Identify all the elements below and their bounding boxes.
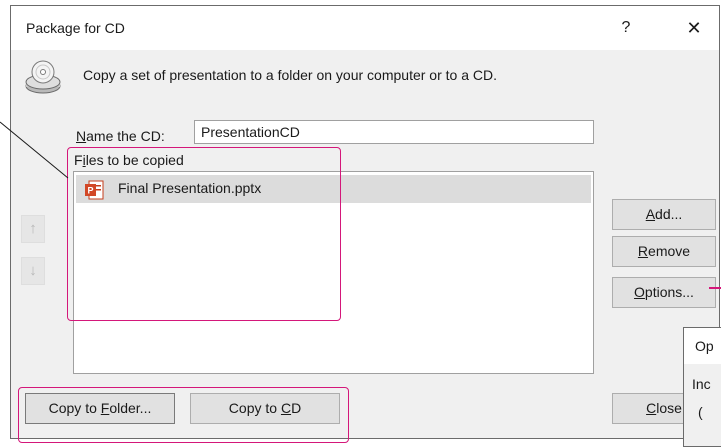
options-popup-text: Inc: [692, 376, 711, 392]
close-icon[interactable]: ✕: [679, 15, 709, 41]
remove-button[interactable]: Remove: [612, 236, 716, 267]
options-label-rest: ptions...: [644, 284, 694, 300]
options-callout-line: [709, 287, 721, 289]
name-label-mnemonic: N: [76, 128, 87, 144]
title-bar: Package for CD ? ✕: [11, 6, 719, 50]
copy-buttons-highlight-box: [18, 387, 349, 443]
add-label-rest: dd...: [655, 206, 683, 222]
move-up-button[interactable]: ↑: [21, 215, 45, 243]
options-popup-header: Op: [684, 328, 721, 364]
add-button[interactable]: Add...: [612, 199, 716, 230]
dialog-title: Package for CD: [26, 20, 125, 36]
close-mnemonic: C: [646, 400, 657, 416]
remove-mnemonic: R: [637, 243, 649, 259]
add-mnemonic: A: [645, 206, 656, 222]
options-popup-text2: (: [698, 404, 703, 420]
options-mnemonic: O: [634, 284, 645, 300]
help-button[interactable]: ?: [611, 15, 641, 41]
name-label-rest: ame the CD:: [86, 128, 165, 144]
close-label-rest: lose: [656, 400, 682, 416]
options-dialog-preview: Op Inc (: [683, 327, 721, 447]
cd-drive-icon: [25, 60, 61, 94]
instruction-text: Copy a set of presentation to a folder o…: [83, 67, 497, 83]
options-button[interactable]: Options...: [612, 277, 716, 308]
name-the-cd-label: Name the CD:: [76, 128, 165, 144]
remove-label-rest: emove: [648, 243, 691, 259]
options-popup-title: Op: [695, 338, 714, 354]
files-callout-line: [0, 121, 69, 179]
move-down-button[interactable]: ↓: [21, 257, 45, 285]
files-highlight-box: [67, 147, 341, 321]
cd-name-input[interactable]: [194, 120, 594, 144]
